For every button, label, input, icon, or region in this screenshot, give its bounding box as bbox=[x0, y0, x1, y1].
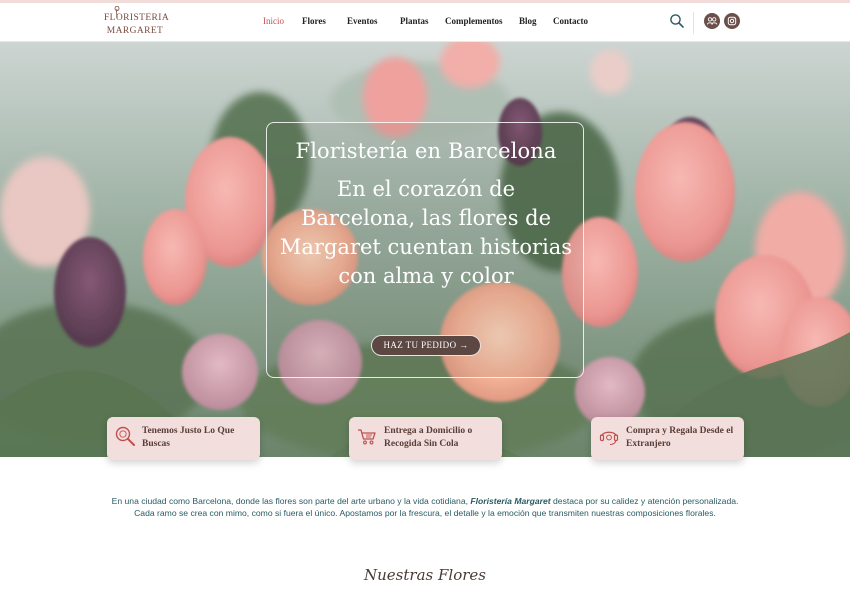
magnifier-icon bbox=[115, 426, 135, 446]
nav-item-contacto[interactable]: Contacto bbox=[553, 16, 588, 26]
brand-line-1: FLORISTERIA bbox=[104, 13, 170, 23]
feature-card-abroad[interactable]: Compra y Regala Desde el Extranjero bbox=[591, 417, 744, 460]
nav-item-eventos[interactable]: Eventos bbox=[347, 16, 378, 26]
feature-card-find[interactable]: Tenemos Justo Lo Que Buscas bbox=[107, 417, 260, 460]
brand-logo[interactable]: FLORISTERIA MARGARET bbox=[104, 6, 170, 39]
feature-text: Compra y Regala Desde el Extranjero bbox=[626, 426, 734, 449]
intro-paragraph: En una ciudad como Barcelona, donde las … bbox=[110, 495, 740, 519]
feature-text: Entrega a Domicilio o Recogida Sin Cola bbox=[384, 426, 473, 449]
search-icon[interactable] bbox=[669, 13, 685, 29]
nav-item-inicio[interactable]: Inicio bbox=[263, 16, 284, 26]
intro-text-before: En una ciudad como Barcelona, donde las … bbox=[111, 496, 468, 506]
brand-line-2: MARGARET bbox=[106, 26, 164, 36]
feature-card-delivery[interactable]: Entrega a Domicilio o Recogida Sin Cola bbox=[349, 417, 502, 460]
header-divider bbox=[693, 12, 694, 34]
intro-brand-name: Floristería Margaret bbox=[470, 496, 551, 506]
nav-item-blog[interactable]: Blog bbox=[519, 16, 537, 26]
people-icon[interactable] bbox=[704, 13, 720, 29]
feature-text: Tenemos Justo Lo Que Buscas bbox=[142, 426, 235, 449]
site-header: FLORISTERIA MARGARET Inicio Flores Event… bbox=[0, 3, 850, 42]
order-button[interactable]: HAZ TU PEDIDO → bbox=[371, 335, 481, 356]
nav-item-complementos[interactable]: Complementos bbox=[445, 16, 503, 26]
hero-section: Floristería en Barcelona En el corazón d… bbox=[0, 42, 850, 457]
hero-subtitle: En el corazón de Barcelona, las flores d… bbox=[279, 177, 573, 288]
gift-icon bbox=[599, 431, 619, 446]
nav-item-plantas[interactable]: Plantas bbox=[400, 16, 429, 26]
hero-card: Floristería en Barcelona En el corazón d… bbox=[266, 122, 584, 378]
intro-text-line2: Cada ramo se crea con mimo, como si fuer… bbox=[134, 508, 716, 518]
instagram-icon[interactable] bbox=[724, 13, 740, 29]
hero-title: Floristería en Barcelona bbox=[295, 139, 557, 163]
intro-text-after: destaca por su calidez y atención person… bbox=[553, 496, 739, 506]
section-title: Nuestras Flores bbox=[364, 566, 486, 584]
delivery-cart-icon bbox=[358, 429, 376, 445]
nav-item-flores[interactable]: Flores bbox=[302, 16, 326, 26]
